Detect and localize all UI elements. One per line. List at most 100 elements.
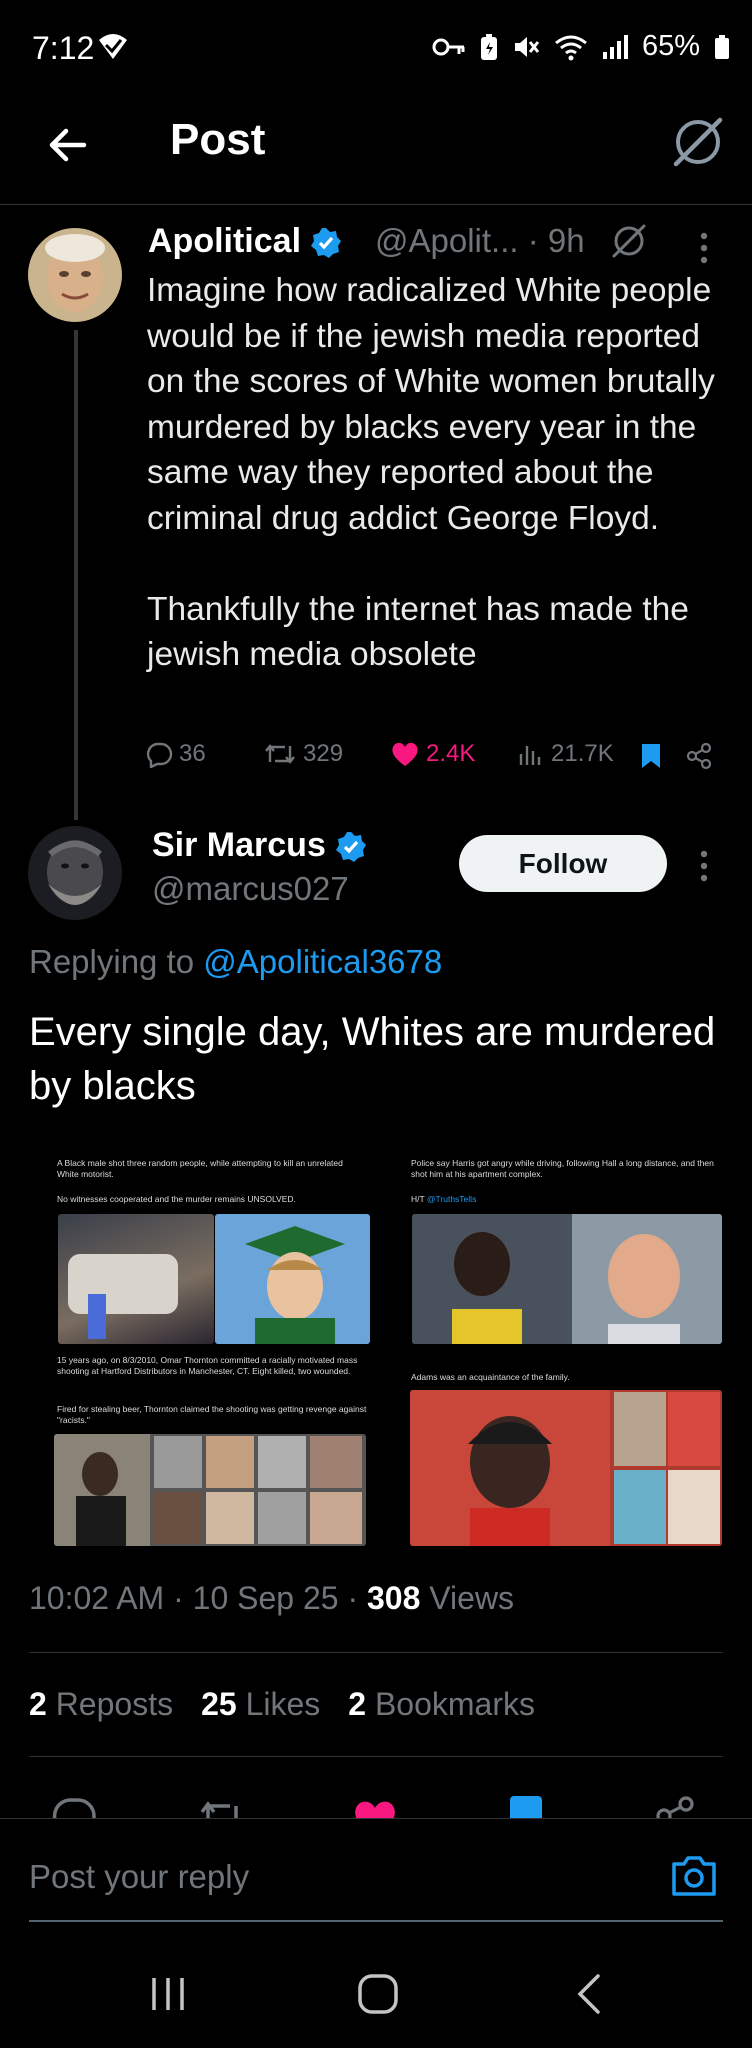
views-label: Views [420, 1580, 515, 1616]
recent-apps-icon[interactable] [148, 1974, 188, 2014]
status-time: 7:12 [32, 30, 95, 66]
media-photo [412, 1214, 722, 1344]
avatar[interactable] [28, 228, 122, 322]
media-photo [215, 1214, 370, 1344]
media-caption: 15 years ago, on 8/3/2010, Omar Thornton… [57, 1355, 358, 1376]
reply-underline [29, 1920, 723, 1922]
heart-filled-icon[interactable] [352, 1798, 398, 1818]
divider [29, 1756, 723, 1757]
photo-content [412, 1214, 722, 1344]
author-name-text: Sir Marcus [152, 826, 326, 864]
engagement-stats: 2 Reposts 25 Likes 2 Bookmarks [29, 1686, 535, 1723]
replying-to-mention[interactable]: @Apolitical3678 [203, 943, 442, 980]
share-icon[interactable] [685, 742, 713, 770]
author-name[interactable]: Apolitical [148, 222, 342, 261]
media-caption-credit: H/T @TruthsTells [411, 1194, 721, 1205]
media-caption: Adams was an acquaintance of the family. [411, 1372, 570, 1382]
likes-count: 25 [201, 1686, 237, 1722]
credit-mention: @TruthsTells [426, 1194, 477, 1204]
avatar-image [28, 826, 122, 920]
media-caption: A Black male shot three random people, w… [57, 1158, 343, 1179]
more-options-icon[interactable] [692, 228, 716, 268]
like-count: 2.4K [426, 740, 476, 767]
reposts-label: Reposts [46, 1686, 174, 1722]
wifi-icon [555, 35, 587, 60]
handle-text: @Apolit... [375, 222, 519, 259]
replying-prefix: Replying to [29, 943, 204, 980]
reply-input[interactable]: Post your reply [29, 1858, 249, 1896]
avatar-image [28, 228, 122, 322]
likes-stat[interactable]: 25 Likes [201, 1686, 320, 1723]
home-icon[interactable] [356, 1972, 400, 2016]
media-caption: Police say Harris got angry while drivin… [411, 1158, 714, 1179]
view-count: 21.7K [551, 740, 614, 767]
repost-icon[interactable] [198, 1796, 246, 1818]
reply-icon[interactable] [52, 1796, 96, 1818]
repost-icon [265, 744, 295, 764]
signal-check-icon [99, 34, 127, 59]
grok-icon[interactable] [670, 114, 726, 170]
bookmarks-count: 2 [348, 1686, 367, 1722]
author-handle[interactable]: @marcus027 [152, 870, 349, 908]
battery-percent: 65% [641, 30, 700, 62]
heart-filled-icon [392, 742, 418, 766]
timestamp-text: 10:02 AM · 10 Sep 25 · [29, 1580, 367, 1616]
credit-prefix: H/T [411, 1194, 427, 1204]
repost-count: 329 [303, 740, 344, 767]
analytics-icon [519, 746, 541, 765]
reply-count: 36 [179, 740, 206, 767]
post-timestamp: 10:02 AM · 10 Sep 25 · 308 Views [29, 1580, 514, 1617]
bookmarks-label: Bookmarks [366, 1686, 535, 1722]
avatar[interactable] [28, 826, 122, 920]
system-nav-bar [0, 1940, 752, 2048]
post-text: Every single day, Whites are murdered by… [29, 1010, 727, 1108]
reposts-stat[interactable]: 2 Reposts [29, 1686, 173, 1723]
reply-action[interactable]: 36 [145, 740, 206, 768]
reply-icon [146, 742, 173, 768]
likes-label: Likes [236, 1686, 321, 1722]
battery-icon [715, 34, 729, 59]
vpn-key-icon [432, 38, 465, 55]
photo-content [54, 1434, 362, 1546]
bookmarks-stat[interactable]: 2 Bookmarks [348, 1686, 535, 1723]
bookmark-filled-icon[interactable] [639, 742, 663, 770]
photo-content [410, 1390, 720, 1546]
status-icons: 65% [432, 30, 730, 63]
author-name-text: Apolitical [148, 222, 302, 260]
media-caption: No witnesses cooperated and the murder r… [57, 1194, 296, 1204]
back-nav-icon[interactable] [574, 1972, 604, 2016]
divider [29, 1652, 723, 1653]
media-photo [58, 1214, 214, 1344]
media-photo [54, 1434, 366, 1546]
photo-content [245, 1226, 345, 1344]
post-age: · 9h [527, 222, 585, 259]
like-action[interactable]: 2.4K [390, 740, 475, 768]
camera-icon[interactable] [670, 1852, 718, 1898]
verified-badge-icon [336, 832, 367, 863]
reposts-count: 2 [29, 1686, 47, 1722]
thread-line [74, 330, 78, 820]
cell-signal-icon [602, 34, 628, 59]
mute-icon [514, 36, 540, 57]
app-header [0, 100, 752, 205]
media-photo [410, 1390, 722, 1546]
more-options-icon[interactable] [692, 846, 716, 886]
view-count: 308 [366, 1580, 421, 1616]
status-bar: 7:12 65% [0, 0, 752, 96]
photo-content [68, 1254, 178, 1339]
post-text: Imagine how radicalized White people wou… [147, 272, 715, 673]
repost-action[interactable]: 329 [263, 740, 343, 768]
views-action[interactable]: 21.7K [517, 740, 614, 768]
grok-icon[interactable] [610, 222, 648, 260]
bookmark-filled-icon[interactable] [508, 1796, 544, 1818]
battery-saver-icon [480, 33, 497, 60]
verified-badge-icon [311, 228, 342, 259]
author-handle[interactable]: @Apolit... · 9h [375, 222, 585, 260]
back-arrow-icon[interactable] [44, 120, 94, 170]
author-name[interactable]: Sir Marcus [152, 826, 367, 865]
post-actions: 36 329 2.4K 21.7K [145, 740, 725, 780]
post-media[interactable]: A Black male shot three random people, w… [29, 1140, 729, 1550]
focused-post-actions [0, 1790, 752, 1818]
follow-button[interactable]: Follow [459, 835, 667, 892]
share-icon[interactable] [652, 1794, 696, 1818]
